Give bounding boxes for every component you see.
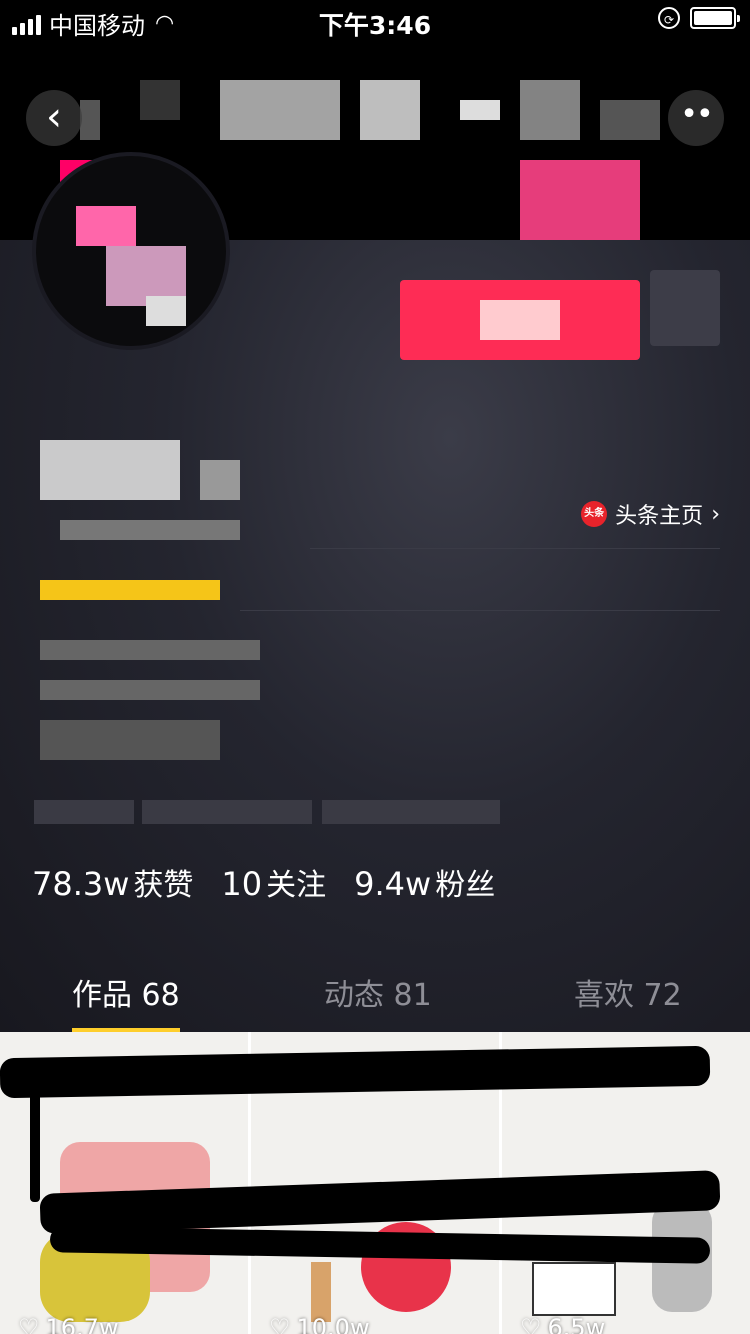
divider: [310, 548, 720, 549]
likes-label: 获赞: [133, 868, 194, 903]
toutiao-link-label: 头条主页: [615, 504, 704, 529]
video-grid: ♡ 16.7w ♡ 10.0w ♡ 6.5w: [0, 1032, 750, 1334]
bio-line: [40, 680, 260, 700]
bio-line: [40, 640, 260, 660]
profile-stats: 78.3w 获赞 10 关注 9.4w 粉丝: [32, 860, 495, 904]
video-likes: ♡ 10.0w: [269, 1314, 370, 1334]
tab-works[interactable]: 作品 68: [72, 970, 180, 1014]
followers-label: 粉丝: [435, 868, 496, 903]
chevron-right-icon: ›: [711, 501, 720, 527]
toutiao-homepage-link[interactable]: 头条 头条主页 ›: [581, 498, 720, 530]
message-button[interactable]: [650, 270, 720, 346]
verified-badge: [40, 580, 220, 600]
bio-line: [40, 720, 220, 760]
following-stat[interactable]: 10 关注: [221, 860, 326, 904]
tag-chip: [142, 800, 312, 824]
rotation-lock-icon: ⟳: [658, 7, 680, 29]
user-id: [60, 520, 240, 540]
following-label: 关注: [266, 868, 327, 903]
video-likes-count: 16.7w: [45, 1314, 119, 1334]
tab-dynamics[interactable]: 动态 81: [324, 970, 432, 1014]
more-button[interactable]: ••: [668, 90, 724, 146]
video-likes: ♡ 6.5w: [520, 1314, 605, 1334]
tag-chip: [34, 800, 134, 824]
video-likes-count: 10.0w: [296, 1314, 370, 1334]
video-likes-count: 6.5w: [547, 1314, 606, 1334]
redaction-scribble: [30, 1092, 40, 1202]
battery-icon: [690, 7, 740, 29]
status-right: ⟳: [658, 7, 740, 29]
profile-header: 头条 头条主页 › 78.3w 获赞 10 关注 9.4w 粉丝 作品 68 动态 8…: [0, 152, 750, 1033]
likes-count: 78.3w: [32, 865, 130, 903]
following-count: 10: [221, 865, 263, 903]
video-likes: ♡ 16.7w: [18, 1314, 119, 1334]
avatar[interactable]: [32, 152, 230, 350]
follow-button[interactable]: [400, 280, 640, 360]
tab-likes[interactable]: 喜欢 72: [574, 970, 682, 1014]
toutiao-icon: 头条: [581, 501, 608, 527]
status-bar: 中国移动 ◠ 下午3:46 ⟳: [0, 0, 750, 40]
divider: [240, 610, 720, 611]
back-button[interactable]: ‹: [26, 90, 82, 146]
heart-icon: ♡: [520, 1314, 542, 1334]
heart-icon: ♡: [18, 1314, 40, 1334]
profile-tabs: 作品 68 动态 81 喜欢 72: [0, 970, 750, 1033]
tag-chip: [322, 800, 500, 824]
nickname: [40, 440, 180, 500]
followers-count: 9.4w: [354, 865, 432, 903]
status-time: 下午3:46: [318, 11, 432, 40]
likes-stat[interactable]: 78.3w 获赞: [32, 860, 193, 904]
heart-icon: ♡: [269, 1314, 291, 1334]
followers-stat[interactable]: 9.4w 粉丝: [354, 860, 495, 904]
